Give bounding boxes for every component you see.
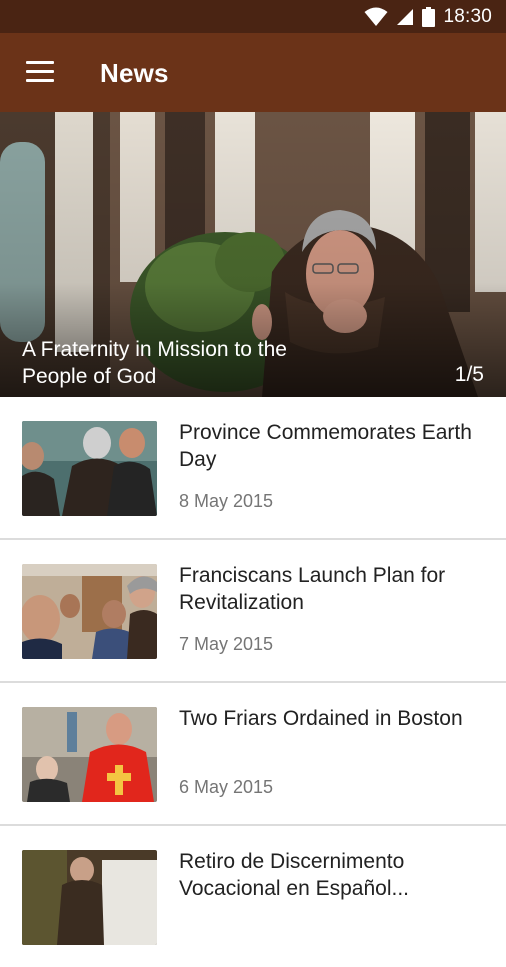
news-item[interactable]: Two Friars Ordained in Boston 6 May 2015 xyxy=(0,683,506,826)
app-bar: News xyxy=(0,33,506,112)
news-list: Province Commemorates Earth Day 8 May 20… xyxy=(0,397,506,967)
menu-icon[interactable] xyxy=(26,61,54,83)
featured-title: A Fraternity in Mission to the People of… xyxy=(22,338,287,388)
news-thumbnail xyxy=(22,564,157,659)
news-headline: Franciscans Launch Plan for Revitalizati… xyxy=(179,564,446,614)
featured-counter: 1/5 xyxy=(454,363,484,386)
battery-icon xyxy=(422,6,436,27)
status-bar: 18:30 xyxy=(0,0,506,33)
news-date: 8 May 2015 xyxy=(179,491,274,511)
status-time: 18:30 xyxy=(443,6,492,27)
featured-carousel[interactable]: A Fraternity in Mission to the People of… xyxy=(0,112,506,397)
wifi-icon xyxy=(364,7,388,26)
news-headline: Retiro de Discernimento Vocacional en Es… xyxy=(179,850,409,900)
news-headline: Two Friars Ordained in Boston xyxy=(179,707,463,730)
news-item[interactable]: Retiro de Discernimento Vocacional en Es… xyxy=(0,826,506,967)
page-title: News xyxy=(100,58,169,88)
news-thumbnail xyxy=(22,850,157,945)
news-item[interactable]: Province Commemorates Earth Day 8 May 20… xyxy=(0,397,506,540)
news-item[interactable]: Franciscans Launch Plan for Revitalizati… xyxy=(0,540,506,683)
news-date: 6 May 2015 xyxy=(179,777,274,797)
news-thumbnail xyxy=(22,421,157,516)
news-thumbnail xyxy=(22,707,157,802)
news-date: 7 May 2015 xyxy=(179,634,274,654)
news-headline: Province Commemorates Earth Day xyxy=(179,421,472,471)
signal-icon xyxy=(397,8,414,25)
